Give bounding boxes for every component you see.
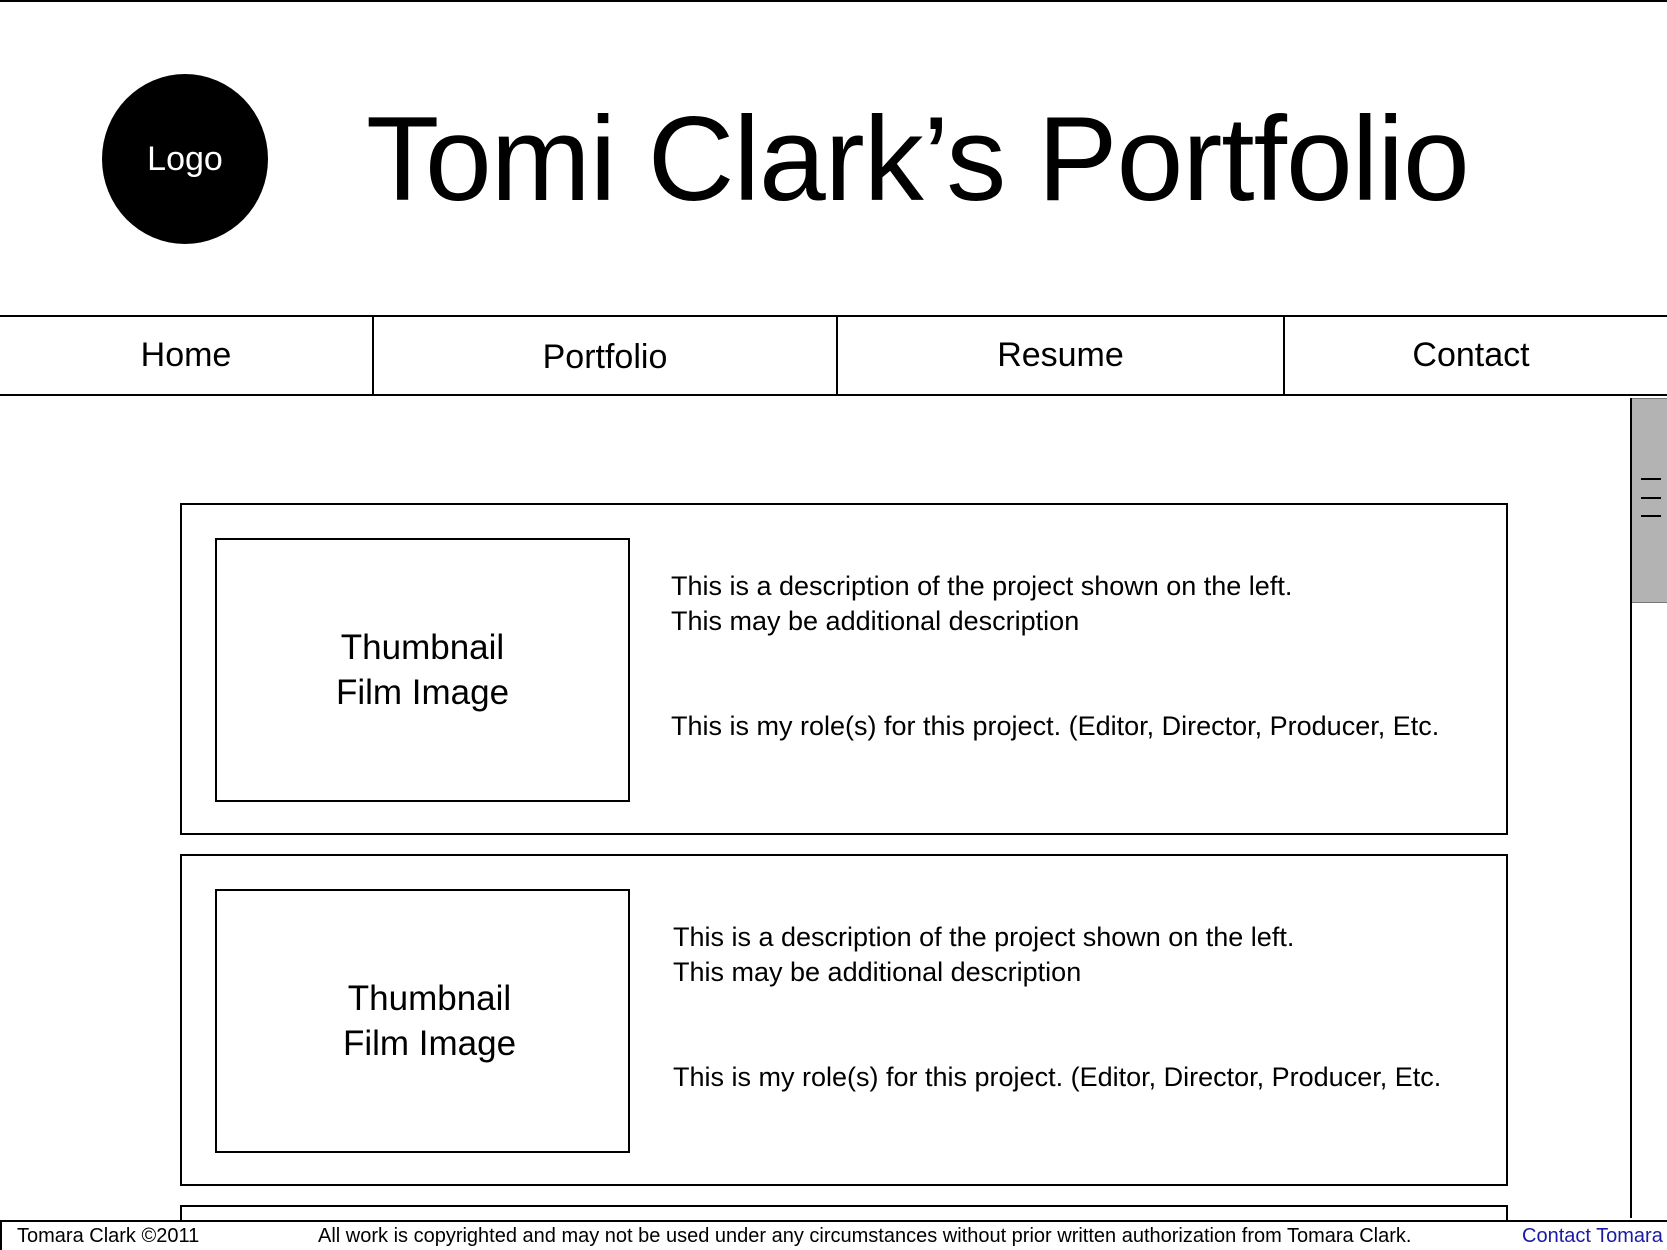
logo-label: Logo [147,139,223,178]
thumbnail-label-line1: Thumbnail [347,979,512,1018]
description-line2: This may be additional description [673,957,1082,987]
nav-item-home[interactable]: Home [0,317,374,394]
nav-item-label: Resume [997,336,1124,374]
thumbnail-film-image[interactable]: Thumbnail Film Image [215,889,630,1153]
description-line1: This is a description of the project sho… [671,571,1293,601]
project-description: This is a description of the project sho… [671,569,1292,639]
top-divider [0,0,1667,2]
scrollbar-thumb[interactable] [1632,398,1667,603]
project-card: Thumbnail Film Image This is a descripti… [180,503,1508,835]
footer-notice: All work is copyrighted and may not be u… [318,1225,1412,1247]
thumbnail-label-line2: Film Image [342,1024,517,1063]
grip-icon [1641,515,1661,517]
grip-icon [1641,497,1661,499]
project-role: This is my role(s) for this project. (Ed… [671,711,1440,741]
nav-item-label: Contact [1412,336,1530,374]
contact-link[interactable]: Contact Tomara [1522,1222,1663,1250]
main-nav: Home Portfolio Resume Contact [0,315,1667,396]
project-description: This is a description of the project sho… [673,920,1294,990]
nav-item-label: Home [140,336,232,374]
page: Logo Tomi Clark’s Portfolio Home Portfol… [0,0,1667,1250]
nav-item-portfolio[interactable]: Portfolio [374,317,838,394]
footer-copyright: Tomara Clark ©2011 [17,1225,200,1247]
nav-item-contact[interactable]: Contact [1285,317,1667,394]
description-line2: This may be additional description [671,606,1080,636]
grip-icon [1641,478,1661,480]
page-title: Tomi Clark’s Portfolio [366,92,1470,226]
project-role: This is my role(s) for this project. (Ed… [673,1062,1442,1092]
thumbnail-film-image[interactable]: Thumbnail Film Image [215,538,630,802]
project-card: Thumbnail Film Image This is a descripti… [180,854,1508,1186]
nav-item-label: Portfolio [542,338,668,376]
nav-item-resume[interactable]: Resume [838,317,1285,394]
description-line1: This is a description of the project sho… [673,922,1295,952]
thumbnail-label-line1: Thumbnail [340,628,505,667]
footer: Tomara Clark ©2011 All work is copyright… [0,1220,1667,1250]
logo[interactable]: Logo [102,74,268,244]
thumbnail-label-line2: Film Image [335,673,510,712]
